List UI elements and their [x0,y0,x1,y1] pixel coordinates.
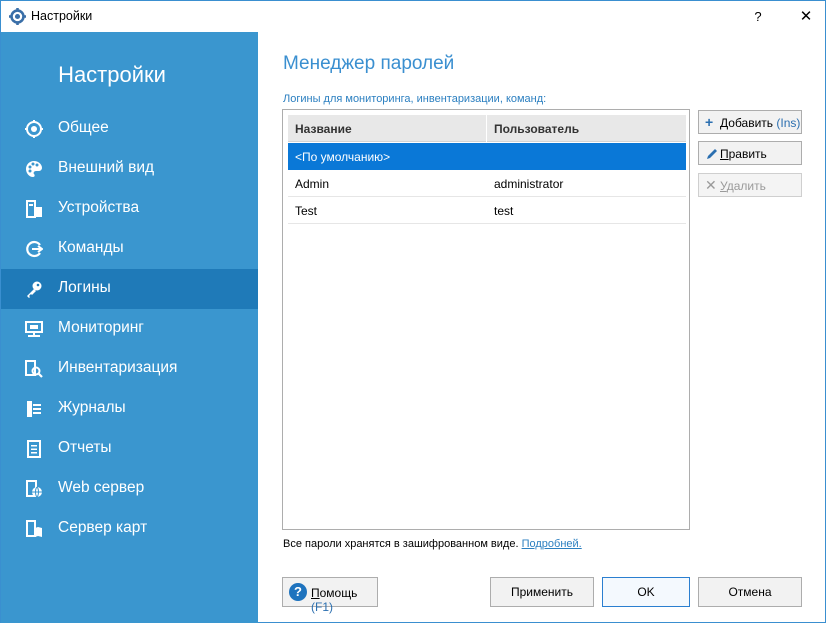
devices-icon [26,200,42,218]
sidebar-item-label: Сервер карт [58,519,148,536]
sidebar-item-label: Мониторинг [58,319,144,336]
logins-list[interactable]: Название Пользователь <По умолчанию> Adm… [282,109,690,530]
help-shortcut: (F1) [311,600,333,614]
encryption-note: Все пароли хранятся в зашифрованном виде… [283,538,582,550]
help-title-button[interactable]: ? [743,1,773,32]
sidebar: Настройки Общее Внешний вид Устройства К… [1,32,258,623]
edit-button-label: Править [720,147,767,161]
sidebar-item-monitoring[interactable]: Мониторинг [1,309,258,349]
sidebar-item-label: Устройства [58,199,140,216]
sidebar-item-general[interactable]: Общее [1,109,258,149]
apply-button[interactable]: Применить [490,577,594,607]
sidebar-item-label: Web сервер [58,479,145,496]
edit-label-rest: равить [728,147,767,161]
table-row[interactable]: <По умолчанию> [288,143,686,170]
row-name: Test [295,204,318,218]
sidebar-item-label: Логины [58,279,111,296]
column-header-user[interactable]: Пользователь [494,122,579,136]
delete-button[interactable]: ✕ Удалить [698,173,802,197]
help-label-rest: омощь [319,586,358,600]
sidebar-item-label: Внешний вид [58,159,155,176]
monitor-icon [25,321,43,337]
list-header: Название Пользователь [288,115,686,142]
help-button-label: Помощь (F1) [311,586,377,614]
sidebar-item-label: Общее [58,119,109,136]
map-server-icon [26,520,42,537]
edit-hotkey-letter: П [720,147,729,161]
edit-button[interactable]: Править [698,141,802,165]
sidebar-item-label: Команды [58,239,124,256]
gear-icon [9,8,26,25]
commands-icon [26,240,43,258]
sidebar-item-label: Журналы [58,399,126,416]
delete-button-label: Удалить [720,179,766,193]
delete-label-rest: далить [726,179,766,193]
encryption-note-text: Все пароли хранятся в зашифрованном виде… [283,538,519,550]
journals-icon [27,401,41,417]
column-divider[interactable] [486,115,487,142]
question-icon: ? [289,583,307,601]
row-user: test [494,204,514,218]
sidebar-item-map-server[interactable]: Сервер карт [1,509,258,549]
row-name: <По умолчанию> [295,150,391,164]
table-row[interactable]: Test test [288,197,686,224]
add-button[interactable]: + Добавить (Ins) [698,110,802,134]
reports-icon [27,440,41,458]
sidebar-item-appearance[interactable]: Внешний вид [1,149,258,189]
sidebar-item-reports[interactable]: Отчеты [1,429,258,469]
gear-icon [25,120,43,138]
window-title: Настройки [31,9,93,23]
table-row[interactable]: Admin administrator [288,170,686,197]
add-shortcut: (Ins) [776,116,801,130]
inventory-search-icon [25,360,43,378]
plus-icon: + [705,114,714,130]
sidebar-item-label: Инвентаризация [58,359,178,376]
more-info-link[interactable]: Подробней. [522,538,582,550]
ok-button[interactable]: OK [602,577,690,607]
sidebar-item-inventory[interactable]: Инвентаризация [1,349,258,389]
sidebar-item-web-server[interactable]: Web сервер [1,469,258,509]
sidebar-item-logins[interactable]: Логины [1,269,258,309]
palette-icon [26,161,42,177]
sidebar-item-label: Отчеты [58,439,112,456]
add-label-rest: обавить [728,116,774,130]
add-button-label: Добавить (Ins) [720,116,800,130]
close-button[interactable]: ✕ [787,1,825,32]
key-icon [27,281,42,298]
row-user: administrator [494,177,564,191]
settings-window: Настройки ? ✕ Настройки Общее Внешний ви… [0,0,826,623]
sidebar-item-journals[interactable]: Журналы [1,389,258,429]
help-hotkey-letter: П [311,586,320,600]
sidebar-item-commands[interactable]: Команды [1,229,258,269]
row-name: Admin [295,177,330,191]
web-server-icon [26,480,42,498]
cancel-button[interactable]: Отмена [698,577,802,607]
column-header-name[interactable]: Название [295,122,352,136]
page-title: Менеджер паролей [283,53,455,74]
sidebar-title: Настройки [58,62,166,87]
close-icon: ✕ [705,177,717,193]
title-bar: Настройки ? ✕ [1,1,825,32]
delete-hotkey-letter: У [720,179,727,193]
sidebar-item-devices[interactable]: Устройства [1,189,258,229]
help-button[interactable]: ? Помощь (F1) [282,577,378,614]
logins-list-label: Логины для мониторинга, инвентаризации, … [283,93,547,105]
pencil-icon [707,149,717,159]
